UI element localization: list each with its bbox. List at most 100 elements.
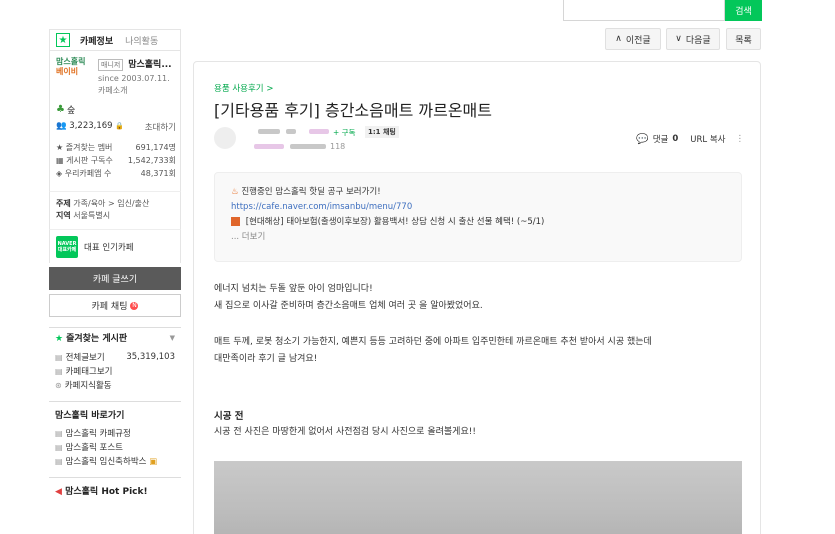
more-menu-icon[interactable]: ⋮ xyxy=(736,134,745,144)
cafe-intro-link[interactable]: 카페소개 xyxy=(98,85,178,96)
notice-line1: 진행중인 맘스홀릭 핫딜 공구 보러가기! xyxy=(241,187,381,197)
topic-value[interactable]: 가족/육아 > 임신/출산 xyxy=(73,199,149,208)
cafe-info: 매니저 맘스홀릭... since 2003.07.11. 카페소개 xyxy=(98,57,178,96)
fav-boards-header[interactable]: ★ 즐겨찾는 게시판 ▼ xyxy=(49,327,181,347)
comment-count[interactable]: 0 xyxy=(672,134,678,144)
notice-link[interactable]: https://cafe.naver.com/imsanbu/menu/770 xyxy=(231,200,725,215)
region-value: 서울특별시 xyxy=(73,211,111,220)
board-icon: ▤ xyxy=(55,429,63,438)
tab-my-activity[interactable]: 나의활동 xyxy=(125,34,158,47)
stat-value: 48,371회 xyxy=(140,169,176,178)
stat-label: 즐겨찾는 멤버 xyxy=(65,143,113,152)
shortcut-list: ▤ 맘스홀릭 카페규정 ▤ 맘스홀릭 포스트 ▤ 맘스홀릭 임신축하박스 ▣ xyxy=(49,427,181,473)
comment-area: 💬 댓글 0 URL 복사 ⋮ xyxy=(636,133,745,146)
section-title: 시공 전 xyxy=(214,411,244,422)
naver-badge-icon: NAVER 대표카페 xyxy=(56,235,78,258)
date-blur xyxy=(290,144,326,149)
notice-more-link[interactable]: ... 더보기 xyxy=(231,230,725,245)
article-photo[interactable] xyxy=(214,461,742,534)
author-row: + 구독 1:1 채팅 118 💬 댓글 0 URL 복사 ⋮ xyxy=(214,125,744,155)
menu-item-label: 맘스홀릭 임신축하박스 xyxy=(65,457,147,467)
fire-icon: ♨ xyxy=(231,187,242,197)
member-count[interactable]: 3,223,169 xyxy=(69,121,112,131)
paragraph: 매트 두께, 로봇 청소기 가능한지, 예쁜지 등등 고려하던 중에 아파트 입… xyxy=(214,337,652,347)
board-icon: ▦ xyxy=(56,156,67,165)
prev-label: 이전글 xyxy=(625,35,651,46)
url-copy-button[interactable]: URL 복사 xyxy=(690,133,725,145)
members-icon: 👥 xyxy=(56,121,67,131)
cafe-stats: ★ 즐겨찾는 멤버 691,174명 ▦ 게시판 구독수 1,542,733회 … xyxy=(56,141,176,180)
article-panel: 용품 사용후기 > [기타용품 후기] 층간소음매트 까르온매트 + 구독 1:… xyxy=(193,61,761,534)
stat-label: 우리카페앱 수 xyxy=(64,169,112,178)
star-icon: ★ xyxy=(56,143,66,152)
comment-label[interactable]: 댓글 xyxy=(653,133,669,145)
breadcrumb[interactable]: 용품 사용후기 > xyxy=(214,82,273,94)
cafe-topic: 주제 가족/육아 > 임신/출산 지역 서울특별시 xyxy=(49,191,181,229)
chevron-down-icon: ∨ xyxy=(675,34,682,44)
menu-item-label: 맘스홀릭 카페규정 xyxy=(65,429,131,439)
subscribe-button[interactable]: + 구독 xyxy=(333,127,355,138)
menu-item-label: 카페지식활동 xyxy=(64,381,112,391)
megaphone-icon: ◀ xyxy=(55,487,66,497)
star-icon: ★ xyxy=(56,33,70,47)
one-to-one-chat-button[interactable]: 1:1 채팅 xyxy=(365,126,399,138)
menu-item[interactable]: ▤ 맘스홀릭 카페규정 xyxy=(55,427,175,441)
cafe-since: since 2003.07.11. xyxy=(98,74,170,83)
menu-item-label: 전체글보기 xyxy=(65,353,105,363)
search-input[interactable] xyxy=(563,0,725,21)
new-badge-icon: N xyxy=(130,301,139,310)
cafe-write-button[interactable]: 카페 글쓰기 xyxy=(49,267,181,290)
stat-row: ▦ 게시판 구독수 1,542,733회 xyxy=(56,154,176,167)
view-count: 118 xyxy=(330,142,346,151)
author-level-blur xyxy=(309,129,329,134)
next-label: 다음글 xyxy=(685,35,711,46)
shortcut-header: 맘스홀릭 바로가기 xyxy=(49,401,181,427)
comment-icon[interactable]: 💬 xyxy=(636,134,648,145)
invite-link[interactable]: 초대하기 xyxy=(145,121,176,133)
knowledge-icon: ⊛ xyxy=(55,381,62,390)
avatar[interactable] xyxy=(214,127,236,149)
stat-label: 게시판 구독수 xyxy=(66,156,113,165)
list-button[interactable]: 목록 xyxy=(726,28,761,50)
search-button[interactable]: 검색 xyxy=(725,0,762,21)
paragraph: 에너지 넘치는 두돌 앞둔 아이 엄마입니다! xyxy=(214,284,373,294)
stat-value: 1,542,733회 xyxy=(127,156,176,165)
next-article-button[interactable]: ∨ 다음글 xyxy=(666,28,720,50)
cafe-info-panel: 맘스홀릭 베이비 매니저 맘스홀릭... since 2003.07.11. 카… xyxy=(49,51,181,191)
menu-item[interactable]: ▤ 맘스홀릭 포스트 xyxy=(55,441,175,455)
author-name-blur xyxy=(258,129,280,134)
date-blur xyxy=(254,144,284,149)
stat-value: 691,174명 xyxy=(135,143,176,152)
menu-item[interactable]: ▤ 카페태그보기 xyxy=(55,365,175,379)
menu-item[interactable]: ⊛ 카페지식활동 xyxy=(55,379,175,393)
board-icon: ▤ xyxy=(55,353,63,362)
notice-box: ♨ 진행중인 맘스홀릭 핫딜 공구 보러가기! https://cafe.nav… xyxy=(214,172,742,262)
board-icon: ▤ xyxy=(55,443,63,452)
naver-badge-line2: 대표카페 xyxy=(57,246,77,253)
menu-item[interactable]: ▤ 맘스홀릭 임신축하박스 ▣ xyxy=(55,455,175,469)
members-row: 👥 3,223,169 🔒 초대하기 xyxy=(56,121,176,133)
cafe-chat-label: 카페 채팅 xyxy=(91,302,128,312)
menu-item-label: 맘스홀릭 포스트 xyxy=(65,443,124,453)
paragraph: 대만족이라 후기 글 남겨요! xyxy=(214,354,318,364)
stat-row: ◈ 우리카페앱 수 48,371회 xyxy=(56,167,176,180)
prev-article-button[interactable]: ∧ 이전글 xyxy=(605,28,661,50)
chevron-down-icon[interactable]: ▼ xyxy=(170,334,175,342)
sidebar-tabs: ★ 카페정보 나의활동 xyxy=(49,29,181,51)
menu-item[interactable]: ▤ 전체글보기 35,319,103 xyxy=(55,351,175,365)
author-name-blur xyxy=(286,129,296,134)
cafe-grade: ♣ 숲 xyxy=(56,103,75,116)
cafe-name[interactable]: 맘스홀릭... xyxy=(128,60,171,70)
tab-cafe-info[interactable]: 카페정보 xyxy=(80,34,113,47)
cafe-chat-button[interactable]: 카페 채팅 N xyxy=(49,294,181,317)
app-icon: ◈ xyxy=(56,169,65,178)
article-title: [기타용품 후기] 층간소음매트 까르온매트 xyxy=(214,101,492,120)
menu-item-label: 카페태그보기 xyxy=(65,367,113,377)
cafe-logo[interactable]: 맘스홀릭 베이비 xyxy=(56,57,92,89)
chevron-up-icon: ∧ xyxy=(615,34,622,44)
topic-label: 주제 xyxy=(56,199,71,208)
cafe-logo-line1: 맘스홀릭 xyxy=(56,57,86,66)
hotpick-title: 맘스홀릭 Hot Pick! xyxy=(65,487,148,497)
gift-icon: ▣ xyxy=(146,457,158,467)
tree-icon: ♣ xyxy=(56,104,65,115)
